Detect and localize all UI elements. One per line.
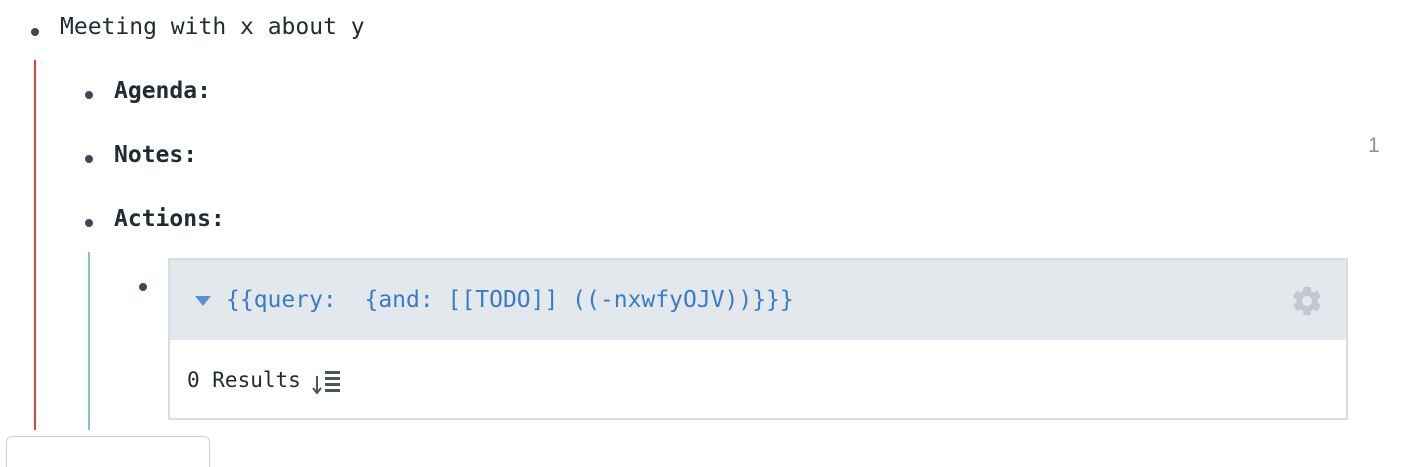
query-text[interactable]: {{query: {and: [[TODO]] ((-nxwfyOJV))}}} [226,286,794,314]
child-bullet[interactable] [85,91,93,99]
block-bullet[interactable] [31,28,39,36]
nested-guide-line[interactable] [88,252,90,430]
child-actions[interactable]: Actions: [114,205,225,233]
sort-icon[interactable] [312,368,342,396]
gear-icon[interactable] [1290,284,1324,318]
child-notes[interactable]: Notes: [114,141,197,169]
query-block[interactable]: {{query: {and: [[TODO]] ((-nxwfyOJV))}}}… [168,258,1348,420]
query-header: {{query: {and: [[TODO]] ((-nxwfyOJV))}}} [170,260,1346,340]
query-bullet[interactable] [139,283,147,291]
results-count: 0 Results [187,368,301,392]
child-bullet[interactable] [85,155,93,163]
child-bullet[interactable] [85,219,93,227]
child-agenda[interactable]: Agenda: [114,77,211,105]
reference-count[interactable]: 1 [1368,134,1380,158]
children-guide-line[interactable] [34,60,36,430]
block-title[interactable]: Meeting with x about y [60,13,365,41]
bottom-panel-tab[interactable] [6,436,210,467]
caret-down-icon[interactable] [195,296,211,306]
